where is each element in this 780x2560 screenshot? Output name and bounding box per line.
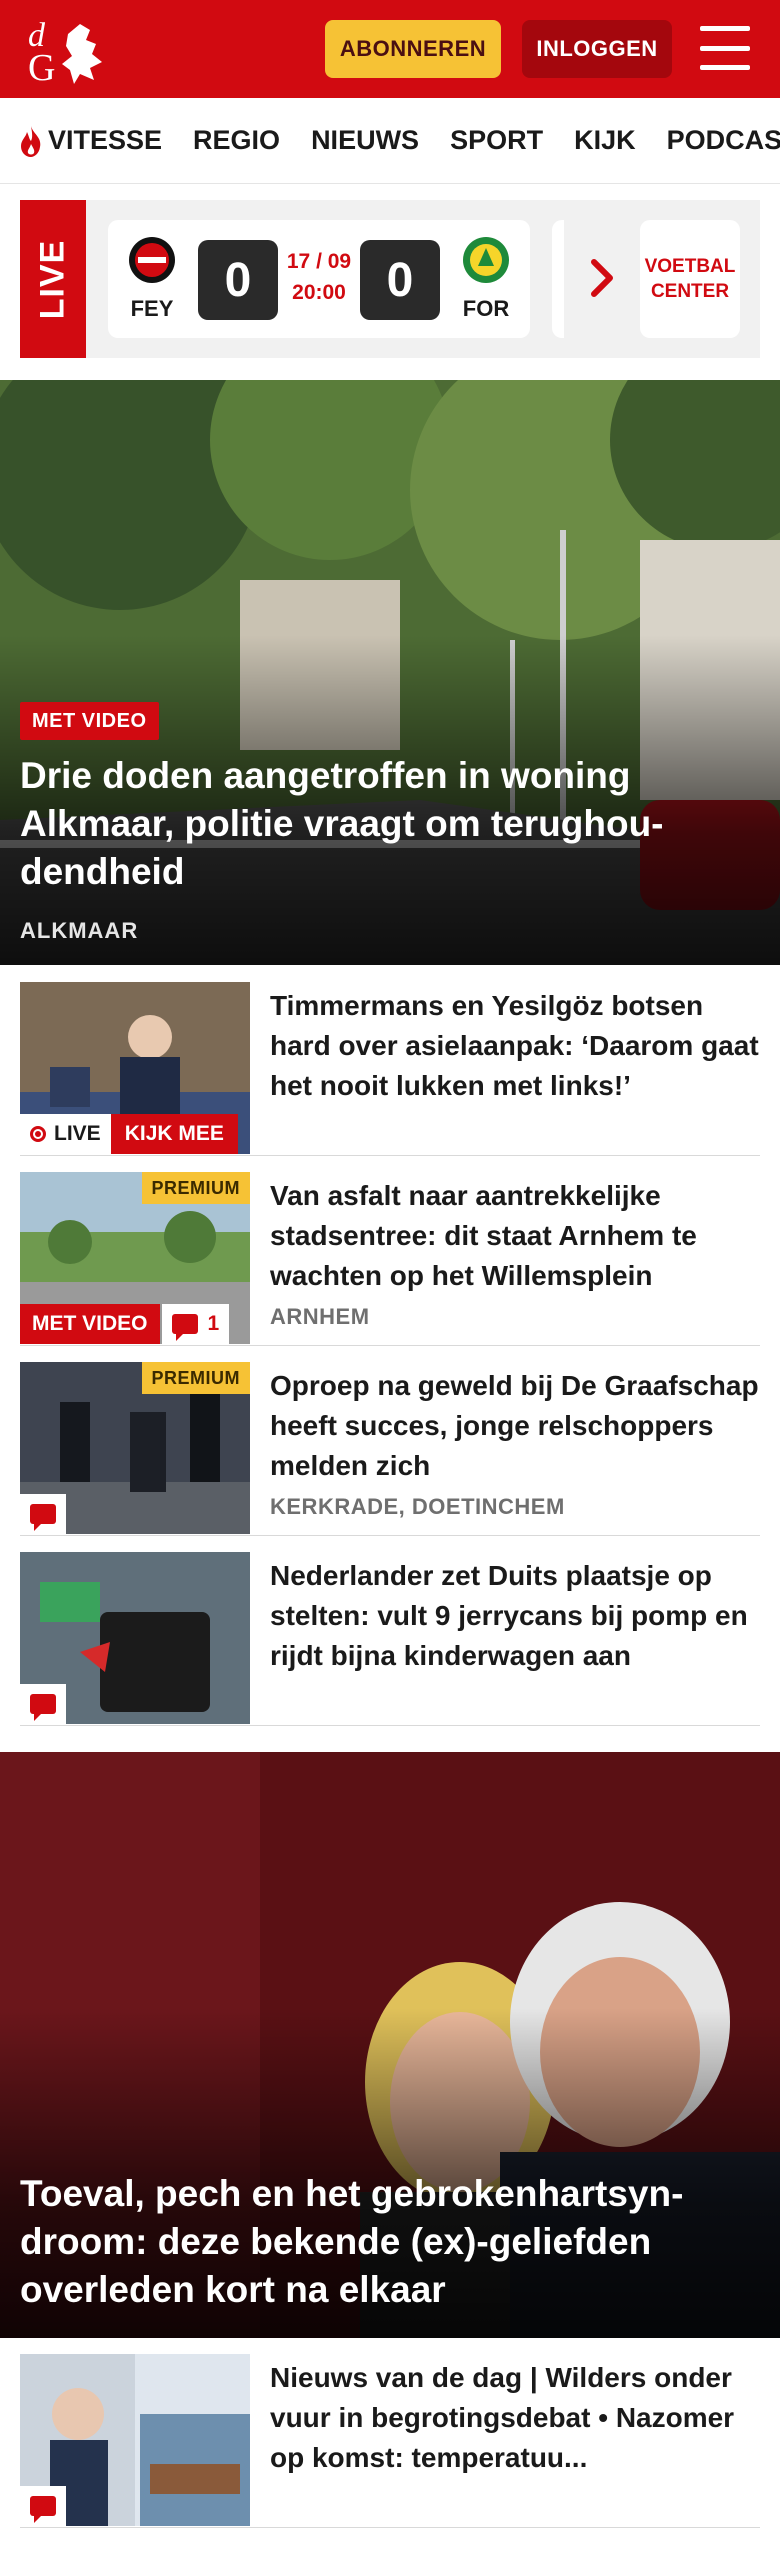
article-item[interactable]: PREMIUM Oproep na geweld bij De Graafsch… (20, 1346, 760, 1536)
site-header: d G ABONNEREN INLOGGEN (0, 0, 780, 98)
article-thumbnail: LIVE KIJK MEE (20, 982, 250, 1154)
comment-icon (171, 1314, 198, 1341)
article-item[interactable]: Nederlander zet Duits plaatsje op stelte… (20, 1536, 760, 1726)
chevron-right-icon[interactable] (588, 256, 618, 300)
article-thumbnail (20, 1552, 250, 1724)
match-date: 17 / 09 (286, 250, 352, 273)
live-scores-strip: LIVE FEY 0 17 / 09 20:00 0 FOR VOETBAL C… (20, 200, 760, 358)
nav-item-nieuws[interactable]: NIEUWS (311, 125, 419, 156)
watch-button[interactable]: KIJK MEE (110, 1114, 238, 1154)
match-time: 20:00 (292, 281, 346, 304)
article-thumbnail: PREMIUM MET VIDEO 1 (20, 1172, 250, 1344)
away-club-name: FOR (462, 296, 510, 321)
nav-item-kijk[interactable]: KIJK (574, 125, 636, 156)
article-thumbnail (20, 2354, 250, 2526)
hero-article[interactable]: MET VIDEO Drie doden aangetroffen in won… (0, 380, 780, 965)
login-button[interactable]: INLOGGEN (522, 20, 672, 78)
comment-icon (30, 1694, 56, 1721)
article-item[interactable]: Nieuws van de dag | Wilders onder vuur i… (20, 2338, 760, 2528)
article-title[interactable]: Van asfalt naar aantrekkelijke stadsentr… (270, 1176, 760, 1296)
article-item[interactable]: LIVE KIJK MEE Timmermans en Yesilgöz bot… (20, 966, 760, 1156)
article-thumbnail: PREMIUM (20, 1362, 250, 1534)
svg-text:G: G (28, 47, 55, 89)
voetbal-center-link[interactable]: VOETBAL CENTER (640, 220, 740, 338)
home-club: FEY (122, 236, 182, 322)
next-match-card[interactable] (552, 220, 564, 338)
comments-button[interactable]: 1 (161, 1304, 230, 1344)
article-location: KERKRADE, DOETINCHEM (270, 1494, 565, 1519)
article-title[interactable]: Nederlander zet Duits plaatsje op stelte… (270, 1556, 760, 1676)
article-title[interactable]: Oproep na geweld bij De Graafschap heeft… (270, 1366, 760, 1486)
comment-icon (30, 1504, 56, 1531)
away-club: FOR (456, 236, 516, 322)
hero-headline[interactable]: Drie doden aangetroffen in woning Alkmaa… (20, 752, 760, 896)
premium-badge: PREMIUM (141, 1172, 250, 1204)
nav-item-vitesse[interactable]: VITESSE (18, 124, 162, 158)
comments-button[interactable] (20, 2486, 66, 2526)
comments-button[interactable] (20, 1494, 66, 1534)
comment-icon (30, 2496, 56, 2523)
article-title[interactable]: Timmermans en Yesilgöz botsen hard over … (270, 986, 760, 1106)
live-indicator[interactable]: LIVE KIJK MEE (20, 1114, 238, 1154)
article-title[interactable]: Nieuws van de dag | Wilders onder vuur i… (270, 2358, 760, 2478)
home-score: 0 (198, 240, 278, 320)
feature-article[interactable]: Toeval, pech en het gebrokenhartsyn-droo… (0, 1752, 780, 2338)
video-badge: MET VIDEO (20, 702, 159, 740)
live-label: LIVE (20, 1114, 111, 1154)
match-card[interactable]: FEY 0 17 / 09 20:00 0 FOR (108, 220, 530, 338)
subscribe-button[interactable]: ABONNEREN (325, 20, 501, 78)
de-gelderlander-logo[interactable]: d G (20, 10, 120, 90)
comments-button[interactable] (20, 1684, 66, 1724)
flame-icon (21, 125, 41, 157)
premium-badge: PREMIUM (141, 1362, 250, 1394)
match-datetime: 17 / 09 20:00 (278, 246, 360, 308)
hero-location: ALKMAAR (20, 918, 139, 943)
home-club-name: FEY (130, 296, 174, 321)
nav-item-regio[interactable]: REGIO (193, 125, 280, 156)
nav-label: VITESSE (48, 125, 163, 155)
away-score: 0 (360, 240, 440, 320)
fortuna-crest-icon (463, 237, 509, 283)
comment-count: 1 (207, 1312, 220, 1335)
live-tag: LIVE (20, 200, 86, 358)
feature-headline[interactable]: Toeval, pech en het gebrokenhartsyn-droo… (20, 2170, 770, 2314)
hamburger-menu-icon[interactable] (700, 26, 750, 70)
live-dot-icon (30, 1126, 46, 1142)
article-location: ARNHEM (270, 1304, 370, 1329)
video-comments-indicator[interactable]: MET VIDEO 1 (20, 1304, 230, 1344)
nav-item-sport[interactable]: SPORT (450, 125, 543, 156)
main-navigation: VITESSE REGIO NIEUWS SPORT KIJK PODCAST (0, 98, 780, 184)
video-badge: MET VIDEO (20, 1304, 160, 1344)
feyenoord-crest-icon (129, 237, 175, 283)
article-item[interactable]: PREMIUM MET VIDEO 1 Van asfalt naar aant… (20, 1156, 760, 1346)
nav-item-podcast[interactable]: PODCAST (667, 125, 780, 156)
